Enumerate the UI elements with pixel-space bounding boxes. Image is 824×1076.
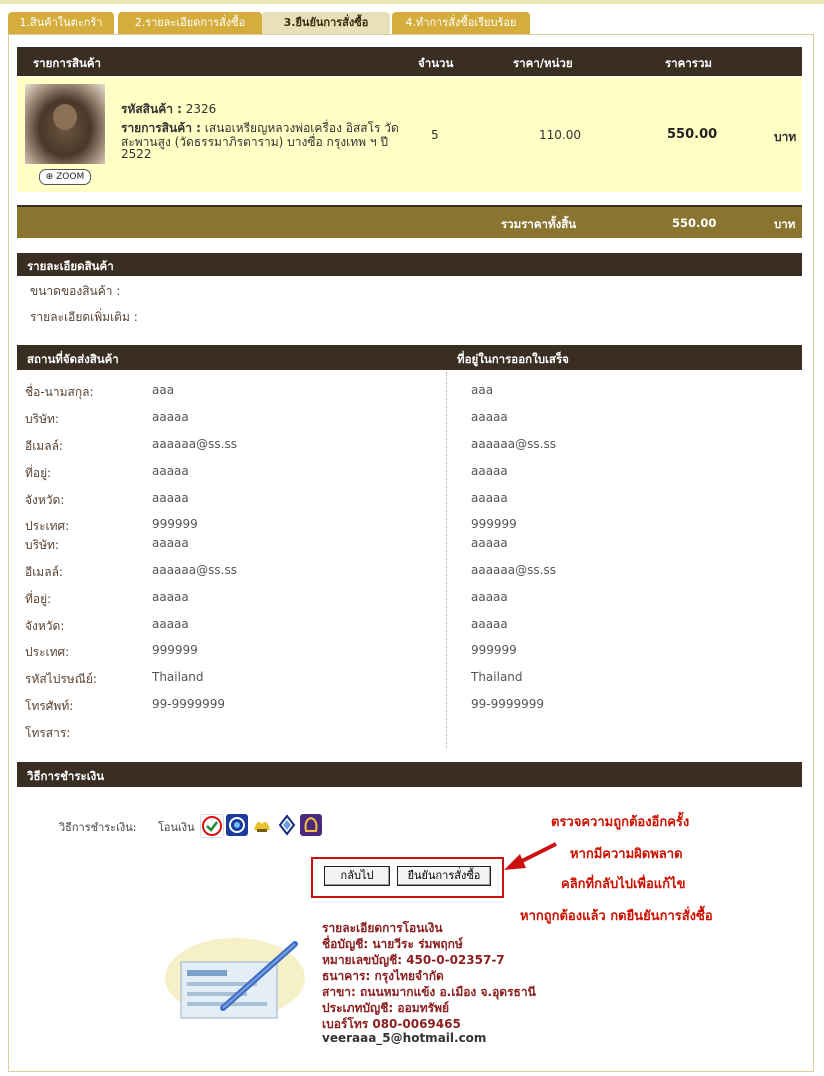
- ship-value: aaaaa: [152, 464, 189, 478]
- addr-label: บริษัท:: [25, 538, 59, 552]
- addr-label: รหัสไปรษณีย์:: [25, 672, 97, 686]
- zoom-label: ZOOM: [56, 172, 85, 182]
- addr-label: จังหวัด:: [25, 493, 65, 507]
- payment-method-value: โอนเงิน: [158, 821, 195, 834]
- kasikorn-bank-icon: [200, 814, 224, 838]
- krungsri-bank-icon: [251, 814, 273, 836]
- ship-value: aaaaa: [152, 617, 189, 631]
- bill-value: aaaaa: [471, 491, 508, 505]
- contact-email[interactable]: veeraaa_5@hotmail.com: [322, 1031, 486, 1045]
- krungthai-bank-icon: [226, 814, 248, 836]
- ship-value: aaaaa: [152, 491, 189, 505]
- bill-value: 999999: [471, 643, 517, 657]
- tab-order-complete[interactable]: 4.ทำการสั่งซื้อเรียบร้อย: [392, 12, 530, 34]
- scb-bank-icon: [300, 814, 322, 836]
- ship-value: 99-9999999: [152, 697, 226, 711]
- address-header: สถานที่จัดส่งสินค้า ที่อยู่ในการออกใบเสร…: [17, 345, 802, 370]
- billing-address-title: ที่อยู่ในการออกใบเสร็จ: [457, 352, 569, 366]
- addr-label: โทรศัพท์:: [25, 699, 74, 713]
- header-total: ราคารวม: [665, 56, 712, 70]
- grand-total-bar: รวมราคาทั้งสิ้น 550.00 บาท: [17, 205, 802, 238]
- bill-value: aaaaa: [471, 464, 508, 478]
- payment-title: วิธีการชำระเงิน: [27, 769, 105, 783]
- tab-order-details[interactable]: 2.รายละเอียดการสั่งซื้อ: [118, 12, 262, 34]
- bill-value: aaa: [471, 383, 494, 397]
- payment-method-label: วิธีการชำระเงิน:: [59, 821, 137, 834]
- size-label: ขนาดของสินค้า :: [30, 284, 121, 298]
- addr-label: โทรสาร:: [25, 726, 71, 740]
- magnifier-icon: ⊕: [45, 172, 57, 182]
- zoom-button[interactable]: ⊕ ZOOM: [39, 169, 91, 185]
- ship-value: aaaaaa@ss.ss: [152, 437, 237, 451]
- product-name-line2: สะพานสูง (วัดธรรมาภิรตาราม) บางซื่อ กรุง…: [121, 135, 389, 149]
- ship-value: 999999: [152, 643, 198, 657]
- ship-value: aaa: [152, 383, 175, 397]
- product-thumbnail[interactable]: [25, 84, 105, 164]
- bill-value: 999999: [471, 517, 517, 531]
- product-details-title: รายละเอียดสินค้า: [27, 259, 114, 273]
- cart-header: รายการสินค้า จำนวน ราคา/หน่วย ราคารวม: [17, 47, 802, 76]
- addr-label: บริษัท:: [25, 412, 59, 426]
- header-unit-price: ราคา/หน่วย: [513, 56, 573, 70]
- confirm-order-button[interactable]: ยืนยันการสั่งซื้อ: [397, 866, 491, 886]
- grand-total-value: 550.00: [672, 216, 717, 230]
- more-details-label: รายละเอียดเพิ่มเติม :: [30, 310, 138, 324]
- grand-total-label: รวมราคาทั้งสิ้น: [501, 217, 577, 231]
- product-code: รหัสสินค้า : 2326: [121, 100, 216, 119]
- payment-header: วิธีการชำระเงิน: [17, 762, 802, 787]
- item-qty: 5: [431, 128, 439, 142]
- product-code-value: 2326: [185, 102, 217, 116]
- pointer-arrow-icon: [504, 842, 557, 870]
- header-item: รายการสินค้า: [33, 56, 102, 70]
- addr-label: อีเมลล์:: [25, 439, 63, 453]
- addr-label: ที่อยู่:: [25, 466, 52, 480]
- product-details-header: รายละเอียดสินค้า: [17, 253, 802, 276]
- addr-label: ที่อยู่:: [25, 592, 52, 606]
- product-code-label: รหัสสินค้า :: [121, 102, 182, 116]
- item-total: 550.00: [667, 127, 718, 142]
- bill-value: aaaaa: [471, 617, 508, 631]
- ship-value: aaaaa: [152, 410, 189, 424]
- bill-value: 99-9999999: [471, 697, 545, 711]
- bill-value: aaaaaa@ss.ss: [471, 563, 556, 577]
- instruction-note: หากถูกต้องแล้ว กดยืนยันการสั่งซื้อ: [520, 909, 713, 924]
- ship-value: Thailand: [152, 670, 204, 684]
- ship-value: aaaaaa@ss.ss: [152, 563, 237, 577]
- header-qty: จำนวน: [418, 56, 454, 70]
- instruction-note: คลิกที่กลับไปเพื่อแก้ไข: [561, 877, 686, 892]
- item-currency: บาท: [774, 130, 797, 144]
- product-name-line3: 2522: [121, 147, 152, 161]
- bangkok-bank-icon: [276, 814, 298, 836]
- shipping-address-title: สถานที่จัดส่งสินค้า: [27, 352, 119, 366]
- bill-value: Thailand: [471, 670, 523, 684]
- bank-transfer-illustration: [165, 938, 305, 1019]
- addr-label: ประเทศ:: [25, 519, 70, 533]
- instruction-note: ตรวจความถูกต้องอีกครั้ง: [551, 815, 690, 830]
- addr-label: อีเมลล์:: [25, 565, 63, 579]
- ship-value: aaaaa: [152, 590, 189, 604]
- top-accent-line: [0, 0, 824, 4]
- tab-confirm-order[interactable]: 3.ยืนยันการสั่งซื้อ: [262, 12, 390, 34]
- grand-total-currency: บาท: [774, 217, 796, 231]
- bill-value: aaaaa: [471, 590, 508, 604]
- addr-label: ชื่อ-นามสกุล:: [25, 385, 94, 399]
- instruction-note: หากมีความผิดพลาด: [570, 847, 683, 862]
- tab-cart[interactable]: 1.สินค้าในตะกร้า: [8, 12, 114, 34]
- address-divider: [446, 372, 447, 748]
- bill-value: aaaaa: [471, 536, 508, 550]
- item-unit-price: 110.00: [539, 128, 581, 142]
- ship-value: aaaaa: [152, 536, 189, 550]
- back-button[interactable]: กลับไป: [324, 866, 390, 886]
- bill-value: aaaaa: [471, 410, 508, 424]
- bill-value: aaaaaa@ss.ss: [471, 437, 556, 451]
- addr-label: จังหวัด:: [25, 619, 65, 633]
- ship-value: 999999: [152, 517, 198, 531]
- addr-label: ประเทศ:: [25, 645, 70, 659]
